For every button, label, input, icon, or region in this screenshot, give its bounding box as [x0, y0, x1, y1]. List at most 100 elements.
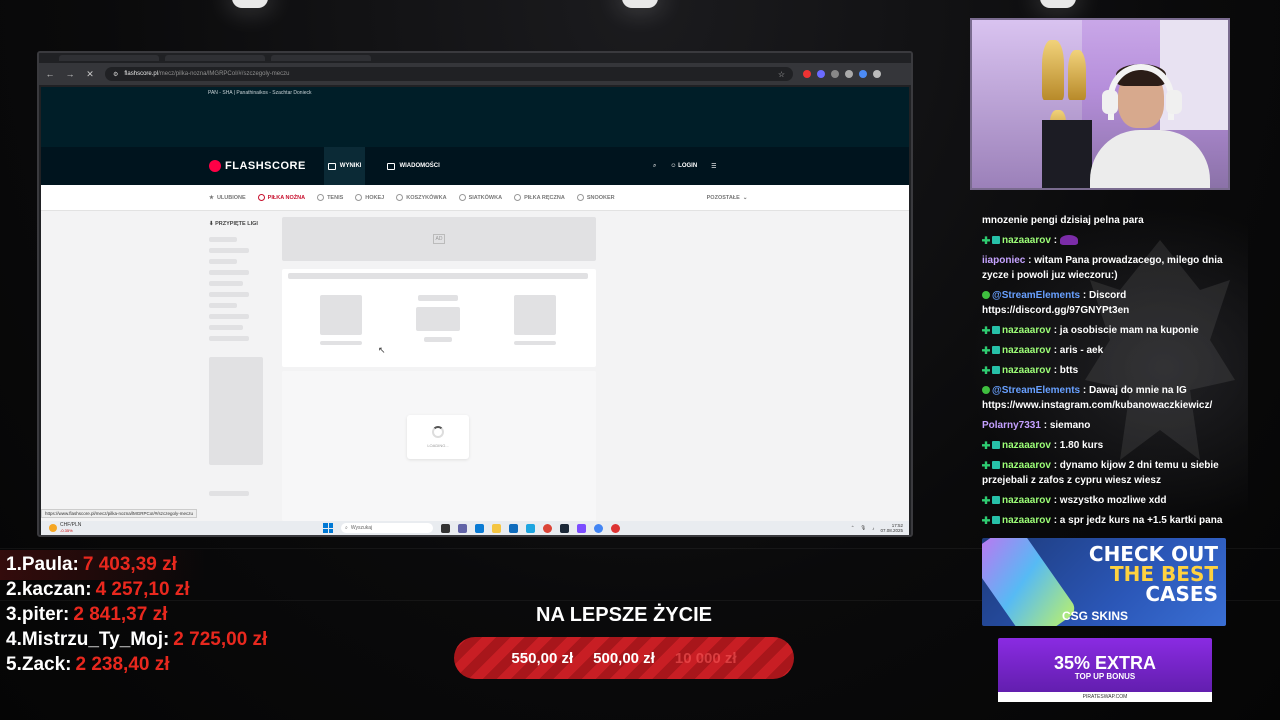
star-icon: ★ [209, 194, 214, 201]
loading-indicator: LOADING... [407, 415, 469, 459]
chat-username[interactable]: nazaaarov [1002, 440, 1051, 451]
sport-more-dropdown[interactable]: POZOSTAŁE ⌄ [707, 195, 748, 201]
donation-leaderboard: 1.Paula: 7 403,39 zł 2.kaczan: 4 257,10 zł 3… [6, 552, 267, 677]
subscriber-badge-icon [982, 326, 990, 335]
breadcrumb: PAN - SHA | Panathinaikos - Szachtar Don… [208, 90, 312, 96]
volume-icon[interactable]: ♪ [872, 526, 874, 531]
taskbar-search[interactable]: ⌕ Wyszukaj [341, 523, 433, 533]
sport-ulubione[interactable]: ★ ULUBIONE [209, 195, 246, 201]
chat-username[interactable]: iiaponiec [982, 255, 1025, 266]
obs-icon[interactable] [611, 523, 620, 533]
chat-username[interactable]: nazaaarov [1002, 365, 1051, 376]
extension-icon[interactable] [803, 70, 811, 78]
login-label: LOGIN [678, 163, 698, 169]
sport-hokej[interactable]: HOKEJ [355, 194, 384, 201]
skeleton-line [209, 259, 237, 264]
tray-chevron-icon[interactable]: ⌃ [851, 525, 855, 531]
extensions-puzzle-icon[interactable] [845, 70, 853, 78]
hockey-icon [355, 194, 363, 201]
chat-username[interactable]: nazaaarov [1002, 460, 1051, 471]
windows-start-icon[interactable] [323, 523, 333, 533]
chrome-icon[interactable] [543, 523, 552, 533]
basketball-icon [396, 194, 404, 201]
tennis-icon [317, 194, 325, 201]
teams-icon[interactable] [458, 523, 467, 533]
back-icon[interactable]: ← [45, 69, 55, 79]
subscriber-badge-icon [982, 236, 990, 245]
score-skeleton [416, 307, 460, 331]
address-bar[interactable]: ⚙ flashscore.pl/mecz/pilka-nozna/lMGRPCo… [105, 67, 793, 81]
chat-username[interactable]: nazaaarov [1002, 495, 1051, 506]
subscriber-badge-icon [982, 496, 990, 505]
edge-icon[interactable] [526, 523, 535, 533]
chat-username[interactable]: @StreamElements [992, 385, 1080, 396]
sport-pilka-nozna[interactable]: PIŁKA NOŻNA [257, 194, 305, 201]
chat-message: nazaaarov : 1.80 kurs [976, 437, 1242, 454]
hamburger-menu-icon[interactable]: ☰ [711, 163, 716, 170]
file-explorer-icon[interactable] [492, 523, 501, 533]
streamer [1090, 60, 1210, 188]
skeleton-block [209, 357, 263, 465]
extension-icon[interactable] [831, 70, 839, 78]
chat-text: mnozenie pengi dzisiaj pelna para [982, 215, 1144, 226]
browser-tab[interactable] [59, 55, 159, 61]
ad-badge: AD [432, 234, 446, 244]
nav-label: WIADOMOŚCI [399, 163, 440, 169]
chat-username[interactable]: Polarny7331 [982, 420, 1041, 431]
stream-overlay: ← → ✕ ⚙ flashscore.pl/mecz/pilka-nozna/l… [0, 0, 1280, 720]
menu-kebab-icon[interactable] [873, 70, 881, 78]
sport-koszykowka[interactable]: KOSZYKÓWKA [396, 194, 447, 201]
nav-wyniki[interactable]: WYNIKI [323, 147, 366, 185]
search-icon[interactable]: ⌕ [653, 163, 656, 170]
sport-label: SIATKÓWKA [468, 194, 503, 201]
market-widget[interactable]: CHF/PLN -0.35% [49, 523, 81, 533]
site-info-icon[interactable]: ⚙ [113, 71, 118, 78]
sport-tenis[interactable]: TENIS [317, 194, 343, 201]
browser-tab[interactable] [165, 55, 265, 61]
clock[interactable]: 17:52 07.08.2025 [880, 523, 903, 533]
leader-name: 3.piter: [6, 602, 69, 627]
team-logo-skeleton [320, 295, 362, 335]
leader-rank: 1. [6, 554, 22, 575]
chat-username[interactable]: @StreamElements [992, 290, 1080, 301]
team-logo-skeleton [514, 295, 556, 335]
chat-username[interactable]: nazaaarov [1002, 515, 1051, 526]
nav-wiadomosci[interactable]: WIADOMOŚCI [383, 147, 443, 185]
football-icon [257, 194, 265, 201]
chat-username[interactable]: nazaaarov [1002, 345, 1051, 356]
task-view-icon[interactable] [441, 523, 450, 533]
csgskins-ad[interactable]: CHECK OUT THE BEST CASES CSG SKINS [982, 538, 1226, 626]
chat-username[interactable]: nazaaarov [1002, 235, 1051, 246]
sport-label: SNOOKER [586, 194, 615, 201]
chat-message: nazaaarov : wszystko mozliwe xdd [976, 492, 1242, 509]
login-button[interactable]: ☺ LOGIN [670, 163, 697, 169]
skeleton-line [209, 325, 243, 330]
pirateswap-ad[interactable]: 35% EXTRA TOP UP BONUS PIRATESWAP.COM [998, 638, 1212, 702]
extension-icon[interactable] [817, 70, 825, 78]
goal-current: 550,00 zł [511, 649, 574, 667]
browser-tab[interactable] [271, 55, 371, 61]
stop-icon[interactable]: ✕ [85, 69, 95, 80]
sport-pilka-reczna[interactable]: PIŁKA RĘCZNA [514, 194, 565, 201]
chat-username[interactable]: nazaaarov [1002, 325, 1051, 336]
discord-icon[interactable] [577, 523, 586, 533]
profile-avatar[interactable] [859, 70, 867, 78]
chat-message: nazaaarov : aris - aek [976, 342, 1242, 359]
leader-username: piter: [21, 604, 70, 625]
microphone-icon[interactable]: 🎙 [861, 525, 867, 531]
steam-icon[interactable] [560, 523, 569, 533]
sport-snooker[interactable]: SNOOKER [576, 194, 615, 201]
headset-earcup [1166, 90, 1182, 114]
windows-taskbar: CHF/PLN -0.35% ⌕ Wyszukaj ⌃ 🎙 ♪ 17:52 07… [41, 521, 909, 535]
leader-name: 5.Zack: [6, 652, 72, 677]
forward-icon[interactable]: → [65, 69, 75, 79]
app-icon[interactable] [475, 523, 484, 533]
leaderboard-row: 2.kaczan: 4 257,10 zł [6, 577, 267, 602]
chrome-profile-icon[interactable] [594, 523, 603, 533]
prime-badge-icon [992, 346, 1000, 355]
browser-toolbar: ← → ✕ ⚙ flashscore.pl/mecz/pilka-nozna/l… [39, 63, 911, 85]
flashscore-logo[interactable]: FLASHSCORE [209, 160, 306, 172]
bookmark-star-icon[interactable]: ☆ [778, 70, 785, 79]
outlook-icon[interactable] [509, 523, 518, 533]
sport-siatkowka[interactable]: SIATKÓWKA [458, 194, 503, 201]
